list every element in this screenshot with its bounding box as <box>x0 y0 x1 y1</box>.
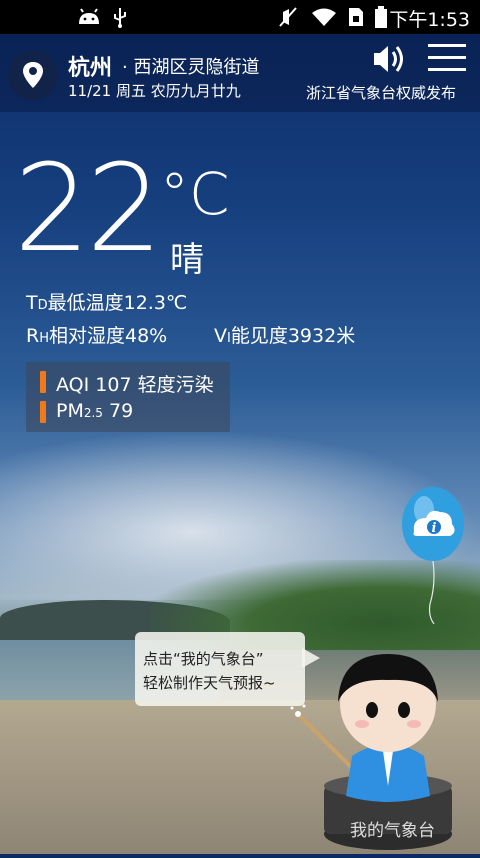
min-temp-text: 最低温度12.3℃ <box>47 292 188 314</box>
publisher-label: 浙江省气象台权威发布 <box>306 84 457 102</box>
humidity-prefix: R <box>26 325 40 347</box>
visibility: VI能见度3932米 <box>214 321 355 348</box>
air-quality-panel[interactable]: AQI 107 轻度污染 PM2.5 79 <box>26 362 230 432</box>
temperature-unit: °C <box>160 160 230 228</box>
svg-text:i: i <box>432 521 437 536</box>
sim-icon <box>349 8 363 26</box>
min-temp-prefix: T <box>26 292 38 314</box>
android-icon <box>79 8 99 24</box>
aqi-text: AQI 107 轻度污染 <box>56 374 214 396</box>
wifi-icon <box>312 8 336 26</box>
district-name[interactable]: · 西湖区灵隐街道 <box>122 53 259 79</box>
pm25-value: 79 <box>109 400 134 422</box>
pm25-indicator <box>40 401 46 423</box>
promo-line-2: 轻松制作天气预报~ <box>143 674 276 692</box>
humidity: RH相对湿度48% <box>26 321 167 348</box>
pm25-sub: 2.5 <box>83 406 103 420</box>
promo-bubble[interactable]: 点击“我的气象台” 轻松制作天气预报~ <box>135 632 305 706</box>
weather-condition: 晴 <box>170 240 204 280</box>
current-temperature[interactable]: 22 <box>14 150 163 270</box>
battery-icon <box>375 6 387 28</box>
mute-icon <box>279 7 297 27</box>
city-name[interactable]: 杭州 <box>68 50 112 82</box>
humidity-sub: H <box>39 331 49 346</box>
pm25-reading: PM2.5 79 <box>56 400 133 422</box>
menu-button[interactable] <box>426 40 468 76</box>
status-time: 下午1:53 <box>389 9 470 31</box>
info-balloon-button[interactable]: i <box>400 484 466 625</box>
location-button[interactable] <box>8 50 58 100</box>
menu-icon <box>428 44 466 71</box>
date-line: 11/21 周五 农历九月廿九 <box>68 82 241 100</box>
sound-button[interactable] <box>370 40 408 78</box>
status-bar: 下午1:53 <box>0 0 480 34</box>
humidity-text: 相对湿度48% <box>48 325 168 347</box>
min-temperature: TD最低温度12.3℃ <box>26 288 187 315</box>
speaker-icon <box>374 46 403 72</box>
visibility-prefix: V <box>214 325 227 347</box>
usb-icon <box>114 8 126 28</box>
min-temp-sub: D <box>37 298 48 313</box>
location-icon <box>23 62 43 88</box>
aqi-indicator <box>40 371 46 393</box>
visibility-text: 能见度3932米 <box>230 325 356 347</box>
promo-line-1: 点击“我的气象台” <box>143 650 264 668</box>
mascot-label: 我的气象台 <box>350 821 435 841</box>
pm25-label: PM <box>56 400 84 422</box>
info-balloon-icon: i <box>402 487 464 625</box>
mascot-button[interactable]: 我的气象台 <box>290 636 470 854</box>
